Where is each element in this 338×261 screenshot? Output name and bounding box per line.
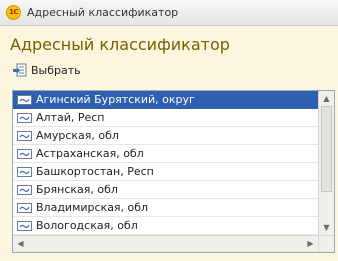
- list-item-label: Башкортостан, Респ: [36, 165, 154, 178]
- list-item-icon: [17, 202, 32, 213]
- list-item-label: Алтай, Респ: [36, 111, 105, 124]
- list-item-icon: [17, 130, 32, 141]
- vertical-scroll-thumb[interactable]: [321, 106, 332, 192]
- scroll-up-arrow-icon[interactable]: ▲: [320, 92, 333, 105]
- list-rows: Агинский Бурятский, округ Алтай, Респ Ам…: [13, 91, 318, 235]
- list-item-label: Агинский Бурятский, округ: [36, 93, 195, 106]
- horizontal-scrollbar[interactable]: ◀ ▶: [13, 235, 318, 252]
- page-title: Адресный классификатор: [10, 35, 230, 54]
- scroll-right-arrow-icon[interactable]: ▶: [304, 237, 317, 251]
- list-item[interactable]: Брянская, обл: [13, 181, 318, 199]
- list-item[interactable]: Вологодская, обл: [13, 217, 318, 235]
- list-item[interactable]: Агинский Бурятский, округ: [13, 91, 318, 109]
- list-item-icon: [17, 220, 32, 231]
- list-item[interactable]: Башкортостан, Респ: [13, 163, 318, 181]
- scroll-down-arrow-icon[interactable]: ▼: [320, 221, 333, 234]
- window-title: Адресный классификатор: [27, 6, 179, 19]
- list-item-icon: [17, 148, 32, 159]
- select-button[interactable]: Выбрать: [13, 61, 81, 79]
- scroll-left-arrow-icon[interactable]: ◀: [14, 237, 27, 251]
- window-titlebar: 1С Адресный классификатор: [0, 0, 338, 26]
- list-item-label: Брянская, обл: [36, 183, 118, 196]
- select-list-icon: [13, 63, 27, 77]
- app-logo-icon[interactable]: 1С: [6, 5, 21, 20]
- list-item-label: Астраханская, обл: [36, 147, 144, 160]
- list-item-label: Вологодская, обл: [36, 219, 138, 232]
- address-list[interactable]: Агинский Бурятский, округ Алтай, Респ Ам…: [12, 90, 335, 253]
- list-item-label: Амурская, обл: [36, 129, 119, 142]
- list-item[interactable]: Астраханская, обл: [13, 145, 318, 163]
- list-item[interactable]: Амурская, обл: [13, 127, 318, 145]
- list-item-icon: [17, 94, 32, 105]
- list-item-icon: [17, 184, 32, 195]
- scroll-corner: [318, 235, 334, 252]
- list-item[interactable]: Алтай, Респ: [13, 109, 318, 127]
- list-item-label: Владимирская, обл: [36, 201, 149, 214]
- list-item-icon: [17, 166, 32, 177]
- list-item-icon: [17, 112, 32, 123]
- list-item[interactable]: Владимирская, обл: [13, 199, 318, 217]
- vertical-scrollbar[interactable]: ▲ ▼: [318, 91, 334, 235]
- select-button-label: Выбрать: [31, 63, 81, 77]
